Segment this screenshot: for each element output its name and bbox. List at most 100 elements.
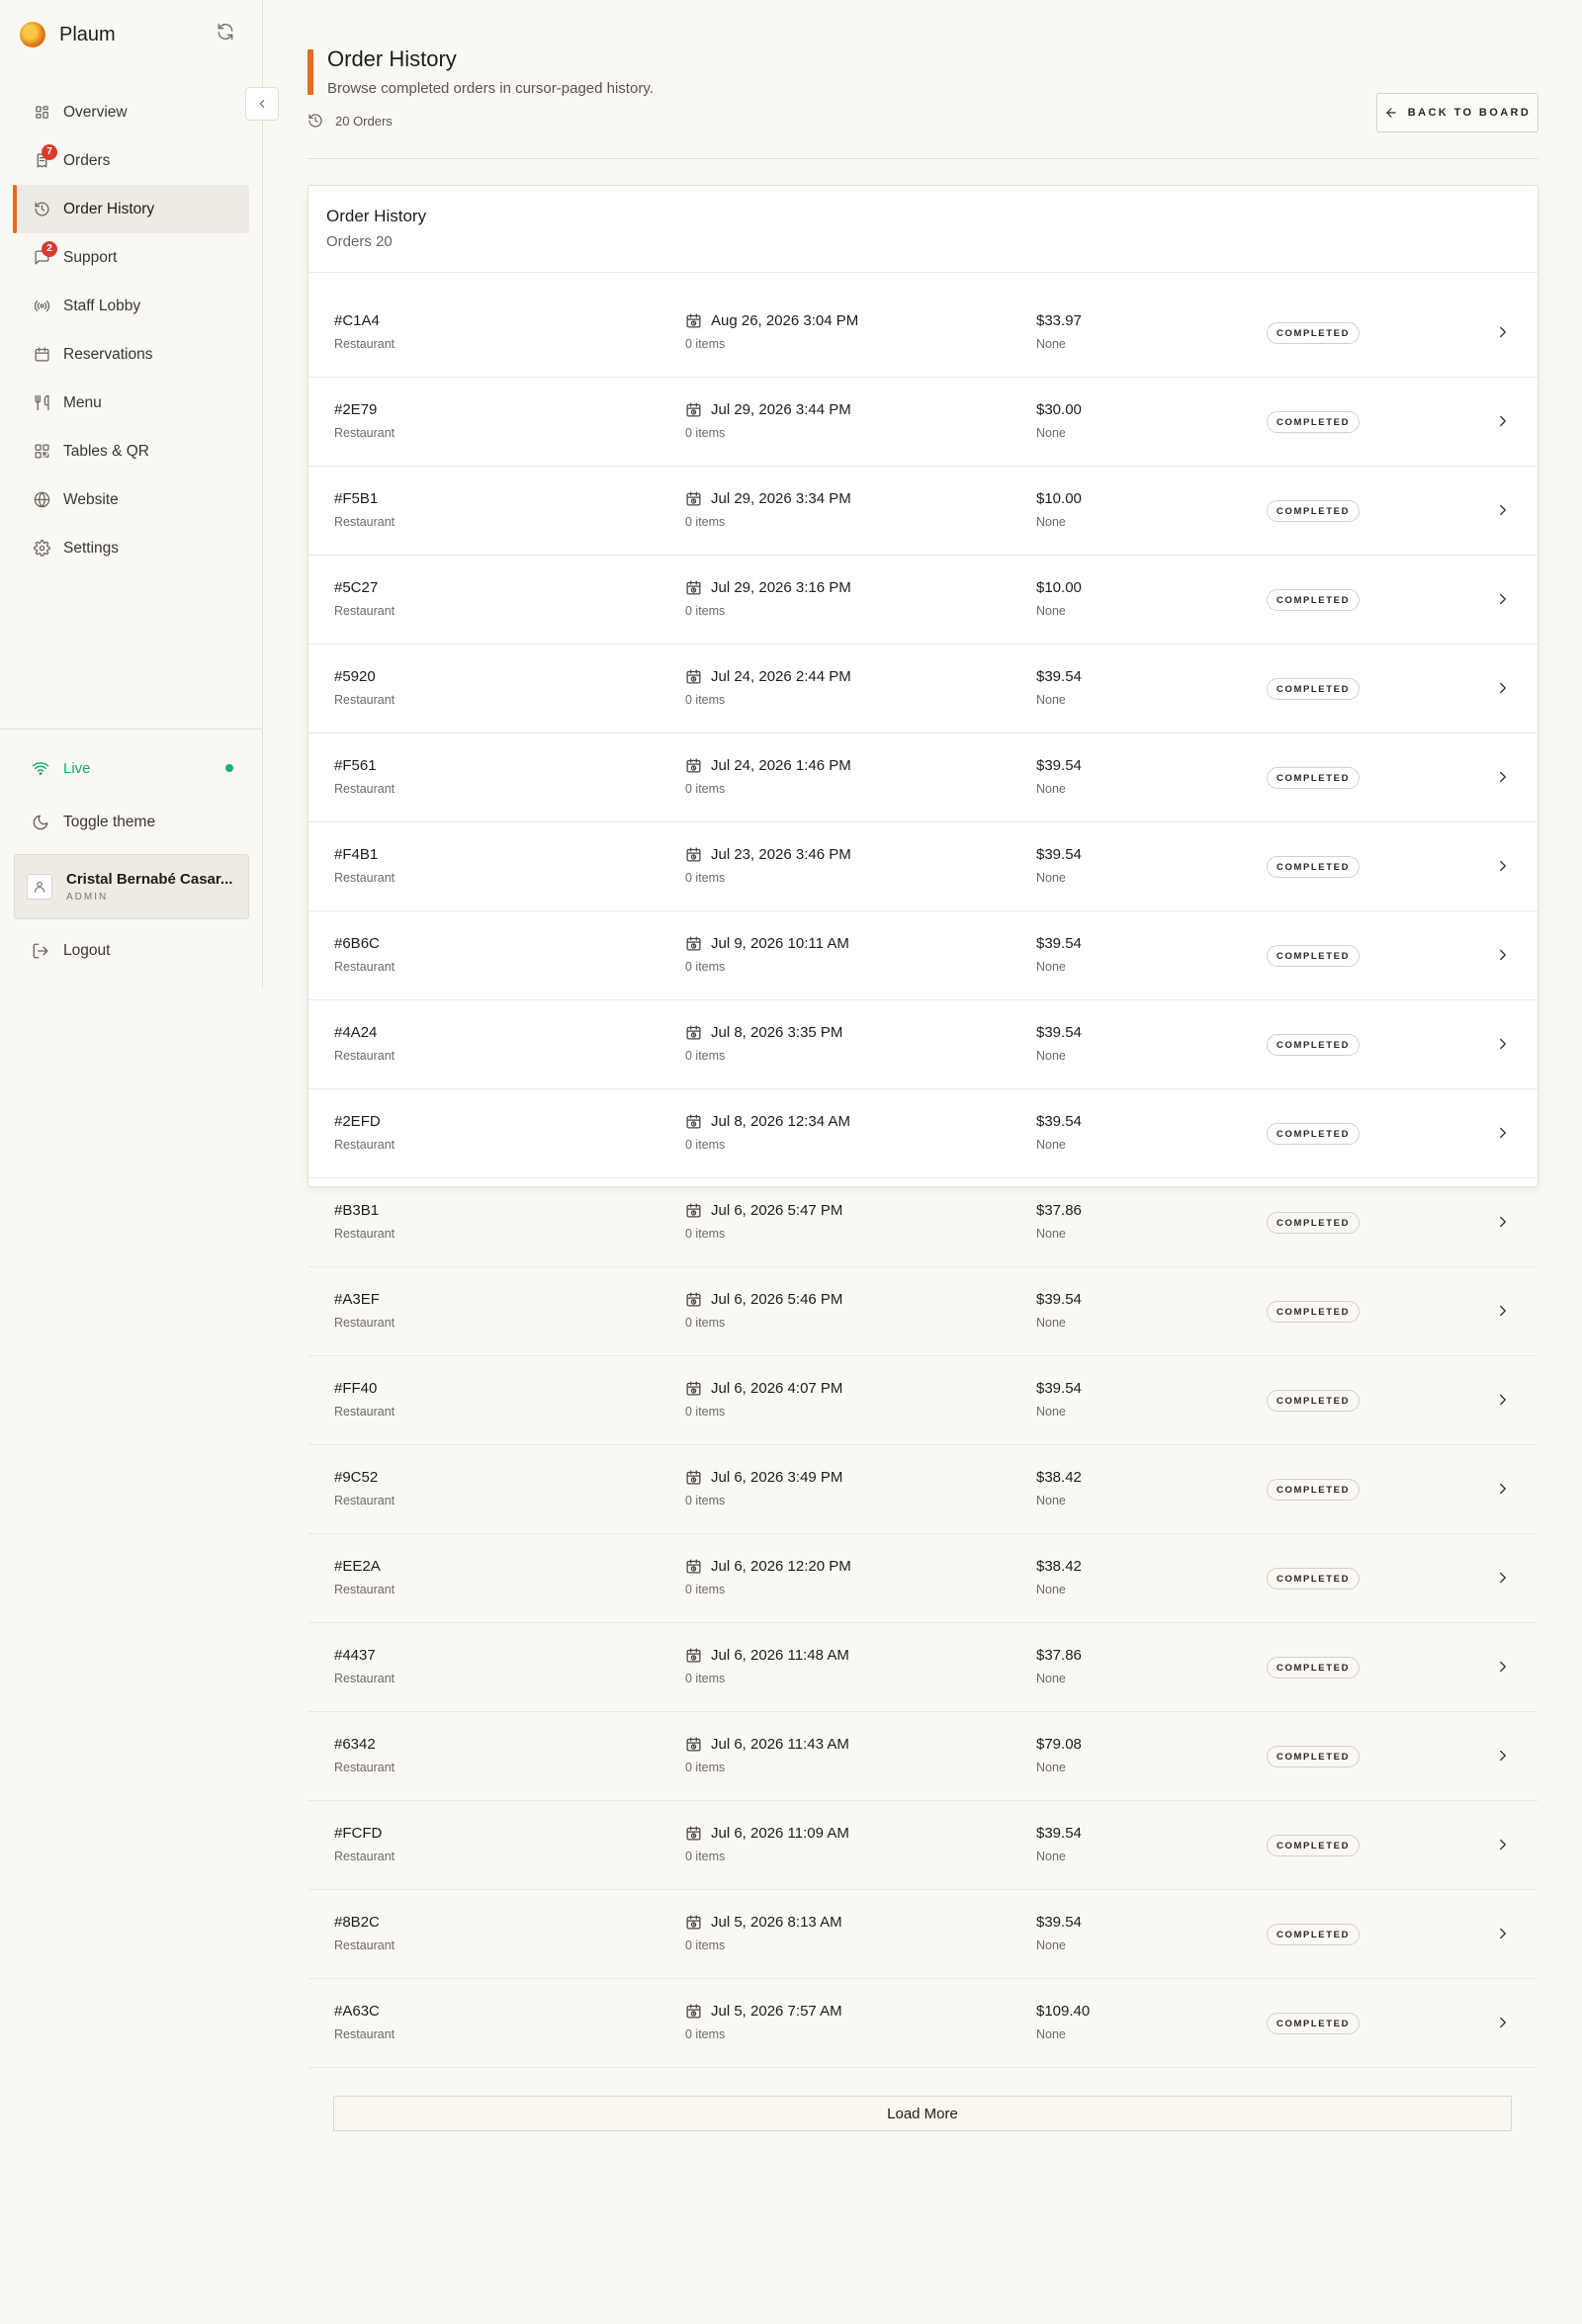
order-type: Restaurant [334,1494,396,1507]
order-total: $109.40 [1036,2003,1091,2020]
chevron-right-icon[interactable] [1494,1747,1514,1766]
order-row[interactable]: #4A24 Restaurant Jul 8, 2026 3:35 PM 0 item… [308,1000,1538,1089]
order-row[interactable]: #9C52 Restaurant Jul 6, 2026 3:49 PM 0 item… [308,1445,1538,1534]
user-name: Cristal Bernabé Casar... [66,871,233,888]
chevron-right-icon[interactable] [1494,1569,1514,1589]
order-date: Jul 6, 2026 5:47 PM [711,1202,843,1219]
order-date-cell: Jul 6, 2026 5:46 PM 0 items [685,1290,842,1330]
order-row[interactable]: #F4B1 Restaurant Jul 23, 2026 3:46 PM 0 ite… [308,822,1538,911]
order-total-cell: $39.54 None [1036,1913,1082,1952]
order-row[interactable]: #2EFD Restaurant Jul 8, 2026 12:34 AM 0 ite… [308,1089,1538,1178]
user-card[interactable]: Cristal Bernabé Casar... ADMIN [14,854,249,919]
order-row[interactable]: #C1A4 Restaurant Aug 26, 2026 3:04 PM 0 ite… [308,289,1538,378]
order-row[interactable]: #6B6C Restaurant Jul 9, 2026 10:11 AM 0 ite… [308,911,1538,1000]
order-row[interactable]: #8B2C Restaurant Jul 5, 2026 8:13 AM 0 item… [308,1890,1538,1979]
calendar-clock-icon [685,1202,703,1220]
order-id-cell: #9C52 Restaurant [334,1468,395,1507]
load-more-button[interactable]: Load More [333,2096,1512,2131]
status-badge: COMPLETED [1267,322,1361,344]
order-row[interactable]: #2E79 Restaurant Jul 29, 2026 3:44 PM 0 ite… [308,378,1538,467]
order-row[interactable]: #A63C Restaurant Jul 5, 2026 7:57 AM 0 item… [308,1979,1538,2068]
back-to-board-button[interactable]: BACK TO BOARD [1376,93,1538,132]
order-row[interactable]: #FF40 Restaurant Jul 6, 2026 4:07 PM 0 item… [308,1356,1538,1445]
chevron-right-icon[interactable] [1494,1658,1514,1678]
chevron-right-icon[interactable] [1494,946,1514,966]
order-id-cell: #C1A4 Restaurant [334,311,395,351]
chevron-right-icon[interactable] [1494,679,1514,699]
order-type: Restaurant [334,1049,396,1063]
order-total-cell: $39.54 None [1036,1112,1082,1152]
order-row[interactable]: #FCFD Restaurant Jul 6, 2026 11:09 AM 0 ite… [308,1801,1538,1890]
sidebar-item-tables-and-qr[interactable]: Tables & QR [14,427,249,475]
chevron-right-icon[interactable] [1494,590,1514,610]
order-type: Restaurant [334,960,396,974]
chevron-right-icon[interactable] [1494,1391,1514,1411]
chevron-right-icon[interactable] [1494,1480,1514,1500]
order-total: $10.00 [1036,490,1082,507]
order-id: #2EFD [334,1113,381,1130]
order-row[interactable]: #B3B1 Restaurant Jul 6, 2026 5:47 PM 0 item… [308,1178,1538,1267]
order-date-cell: Jul 5, 2026 8:13 AM 0 items [685,1913,842,1952]
order-payment: None [1036,782,1066,796]
order-type: Restaurant [334,1138,396,1152]
order-type: Restaurant [334,1938,396,1952]
status-badge: COMPLETED [1267,945,1361,967]
order-id-cell: #2E79 Restaurant [334,400,395,440]
status-badge: COMPLETED [1267,411,1361,433]
refresh-icon[interactable] [216,22,239,45]
order-items: 0 items [685,1761,726,1774]
order-date-cell: Jul 8, 2026 12:34 AM 0 items [685,1112,850,1152]
sidebar-item-label: Reservations [63,345,153,363]
sidebar-item-order-history[interactable]: Order History [13,185,249,233]
sidebar-item-label: Overview [63,103,128,121]
chevron-right-icon[interactable] [1494,1836,1514,1855]
order-date: Jul 6, 2026 11:09 AM [711,1825,849,1842]
order-row[interactable]: #6342 Restaurant Jul 6, 2026 11:43 AM 0 ite… [308,1712,1538,1801]
chevron-right-icon[interactable] [1494,501,1514,521]
order-total: $39.54 [1036,1825,1082,1842]
toggle-theme-button[interactable]: Toggle theme [32,808,155,837]
order-row[interactable]: #A3EF Restaurant Jul 6, 2026 5:46 PM 0 item… [308,1267,1538,1356]
chevron-right-icon[interactable] [1494,2014,1514,2033]
order-row[interactable]: #4437 Restaurant Jul 6, 2026 11:48 AM 0 ite… [308,1623,1538,1712]
order-type: Restaurant [334,1405,396,1419]
order-items: 0 items [685,337,726,351]
chevron-right-icon[interactable] [1494,1302,1514,1322]
order-row[interactable]: #F561 Restaurant Jul 24, 2026 1:46 PM 0 ite… [308,733,1538,822]
order-row[interactable]: #5C27 Restaurant Jul 29, 2026 3:16 PM 0 ite… [308,556,1538,645]
sidebar-item-menu[interactable]: Menu [14,379,249,427]
chevron-right-icon[interactable] [1494,1035,1514,1055]
sidebar-item-overview[interactable]: Overview [14,88,249,136]
sidebar-item-orders[interactable]: 7 Orders [14,136,249,185]
sidebar-item-support[interactable]: 2 Support [14,233,249,282]
order-type: Restaurant [334,604,396,618]
order-total-cell: $10.00 None [1036,489,1082,529]
sidebar-item-staff-lobby[interactable]: Staff Lobby [14,282,249,330]
order-payment: None [1036,1405,1066,1419]
sidebar-item-label: Settings [63,539,120,557]
chevron-right-icon[interactable] [1494,857,1514,877]
order-id-cell: #B3B1 Restaurant [334,1201,395,1241]
order-id: #A3EF [334,1291,380,1308]
chevron-right-icon[interactable] [1494,323,1514,343]
calendar-clock-icon [685,1647,703,1665]
logout-button[interactable]: Logout [32,936,110,966]
order-row[interactable]: #5920 Restaurant Jul 24, 2026 2:44 PM 0 ite… [308,645,1538,733]
chevron-right-icon[interactable] [1494,1124,1514,1144]
order-total: $39.54 [1036,668,1082,685]
chevron-right-icon[interactable] [1494,1925,1514,1944]
order-payment: None [1036,2027,1066,2041]
sidebar-item-website[interactable]: Website [14,475,249,524]
calendar-clock-icon [685,1469,703,1487]
chevron-right-icon[interactable] [1494,412,1514,432]
sidebar-item-settings[interactable]: Settings [14,524,249,572]
chevron-right-icon[interactable] [1494,768,1514,788]
order-row[interactable]: #F5B1 Restaurant Jul 29, 2026 3:34 PM 0 ite… [308,467,1538,556]
brand[interactable]: Plaum [20,20,116,49]
chevron-right-icon[interactable] [1494,1213,1514,1233]
order-row[interactable]: #EE2A Restaurant Jul 6, 2026 12:20 PM 0 ite… [308,1534,1538,1623]
calendar-clock-icon [685,846,703,864]
sidebar-item-reservations[interactable]: Reservations [14,330,249,379]
order-total-cell: $33.97 None [1036,311,1082,351]
collapse-sidebar-button[interactable] [245,87,279,121]
